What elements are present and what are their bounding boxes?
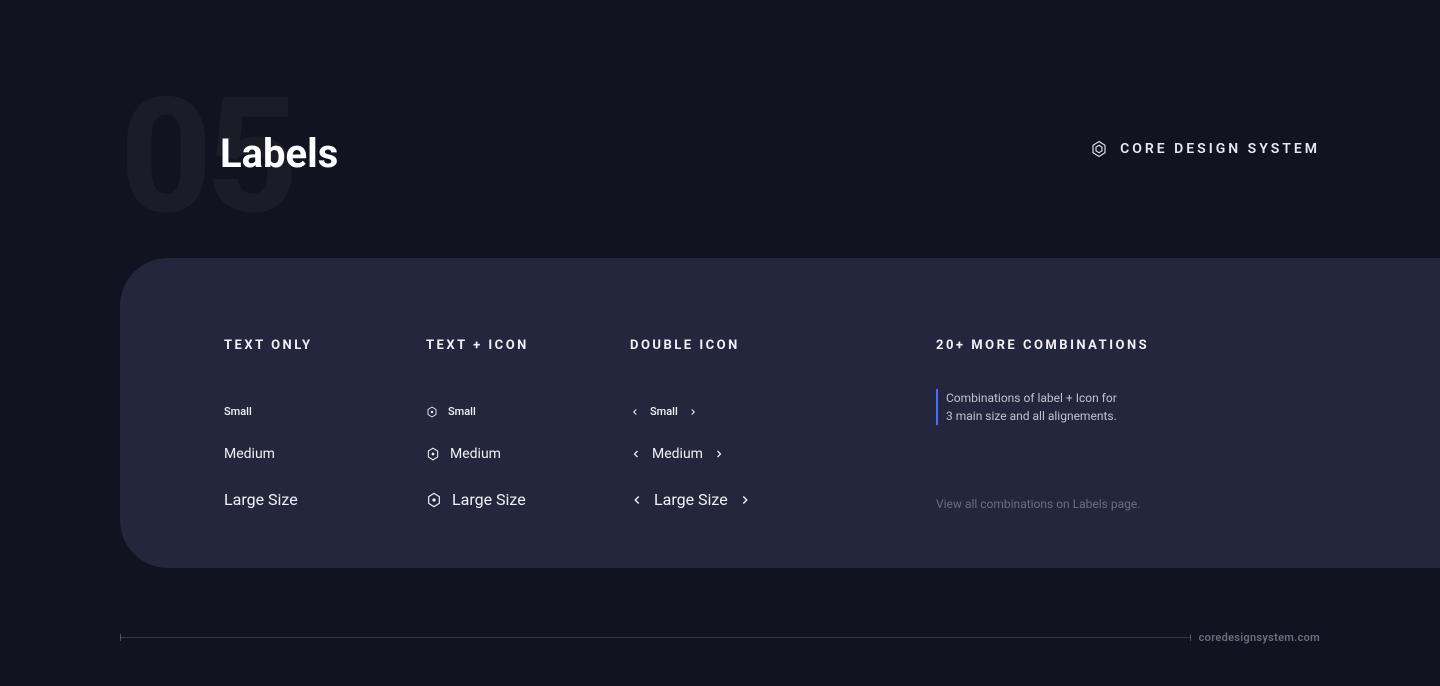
column-more-combinations: 20+ MORE COMBINATIONS Combinations of la… (936, 338, 1236, 511)
column-heading: TEXT ONLY (224, 338, 426, 353)
desc-line: Combinations of label + Icon for (946, 389, 1236, 407)
label-text: Small (224, 405, 252, 418)
footer-divider (120, 637, 1191, 638)
labels-panel: TEXT ONLY Small Medium Large Size TEXT +… (120, 258, 1440, 568)
label-text: Medium (652, 446, 703, 462)
label-large: Large Size (426, 490, 630, 509)
label-large: Large Size (630, 490, 936, 509)
hexagon-icon (426, 406, 438, 418)
label-text: Large Size (224, 490, 298, 509)
label-small: Small (426, 405, 630, 418)
label-text: Large Size (654, 490, 728, 509)
hexagon-icon (426, 492, 442, 508)
label-text: Large Size (452, 490, 526, 509)
label-text: Medium (450, 446, 501, 462)
desc-line: 3 main size and all alignements. (946, 407, 1236, 425)
label-medium: Medium (224, 446, 426, 462)
column-heading: 20+ MORE COMBINATIONS (936, 338, 1236, 353)
label-text: Medium (224, 446, 275, 462)
chevron-left-icon (630, 407, 640, 417)
column-text-only: TEXT ONLY Small Medium Large Size (224, 338, 426, 511)
section-header: 05 Labels CORE DESIGN SYSTEM (120, 88, 1320, 208)
chevron-left-icon (630, 493, 644, 507)
view-all-link[interactable]: View all combinations on Labels page. (936, 497, 1236, 511)
chevron-right-icon (713, 448, 725, 460)
column-heading: DOUBLE ICON (630, 338, 936, 353)
label-medium: Medium (630, 446, 936, 462)
label-text: Small (650, 405, 678, 418)
columns-container: TEXT ONLY Small Medium Large Size TEXT +… (224, 338, 1440, 511)
column-double-icon: DOUBLE ICON Small Medium (630, 338, 936, 511)
hexagon-icon (426, 447, 440, 461)
label-small: Small (224, 405, 426, 418)
column-heading: TEXT + ICON (426, 338, 630, 353)
more-description: Combinations of label + Icon for 3 main … (936, 389, 1236, 425)
chevron-left-icon (630, 448, 642, 460)
label-large: Large Size (224, 490, 426, 509)
footer: coredesignsystem.com (120, 631, 1320, 644)
label-small: Small (630, 405, 936, 418)
brand: CORE DESIGN SYSTEM (1090, 140, 1320, 158)
column-text-icon: TEXT + ICON Small Medium (426, 338, 630, 511)
chevron-right-icon (688, 407, 698, 417)
chevron-right-icon (738, 493, 752, 507)
label-medium: Medium (426, 446, 630, 462)
label-text: Small (448, 405, 476, 418)
hexagon-logo-icon (1090, 140, 1108, 158)
section-title: Labels (220, 130, 338, 177)
footer-url: coredesignsystem.com (1199, 631, 1320, 644)
brand-label: CORE DESIGN SYSTEM (1120, 141, 1320, 157)
